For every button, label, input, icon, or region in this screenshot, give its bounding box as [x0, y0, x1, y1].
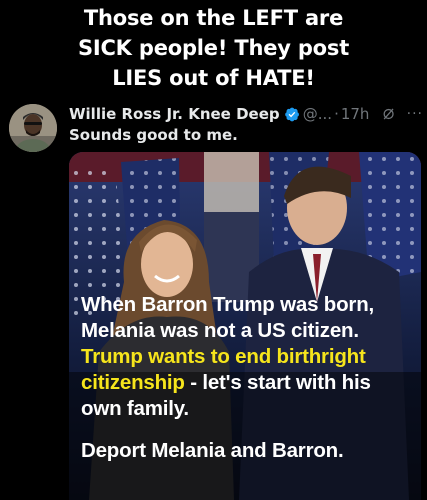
image-text-line-4-rest: - let's start with his [184, 371, 371, 394]
tweet-text: Sounds good to me. [69, 126, 238, 144]
separator-dot: · [334, 105, 339, 123]
image-text-line-1: When Barron Trump was born, [81, 293, 375, 316]
image-text-line-6: Deport Melania and Barron. [81, 439, 344, 462]
image-text-line-4: citizenship - let's start with his [81, 370, 417, 396]
more-options-icon[interactable]: ··· [407, 106, 423, 122]
caption-line-1: Those on the LEFT are [83, 6, 344, 30]
image-overlay-text: When Barron Trump was born, Melania was … [81, 292, 417, 464]
verified-badge-icon [284, 107, 299, 121]
author-name[interactable]: Willie Ross Jr. Knee Deep [69, 105, 280, 123]
tweet-image[interactable]: When Barron Trump was born, Melania was … [69, 152, 421, 500]
caption-line-3: LIES out of HATE! [112, 66, 315, 90]
tweet[interactable]: Willie Ross Jr. Knee Deep @... · 17h ···… [0, 96, 427, 500]
tweet-header: Willie Ross Jr. Knee Deep @... · 17h ··· [69, 102, 423, 126]
caption-line-2: SICK people! They post [77, 36, 350, 60]
image-text-line-2: Melania was not a US citizen. [81, 319, 359, 342]
avatar[interactable] [9, 104, 57, 152]
image-text-line-5: own family. [81, 397, 189, 420]
image-text-line-3: Trump wants to end birthright [81, 345, 366, 368]
timestamp[interactable]: 17h [341, 105, 370, 123]
image-text-highlight: citizenship [81, 371, 185, 394]
meme-caption: Those on the LEFT are SICK people! They … [0, 0, 427, 96]
grok-icon[interactable] [381, 106, 396, 122]
author-handle[interactable]: @... [303, 105, 332, 123]
